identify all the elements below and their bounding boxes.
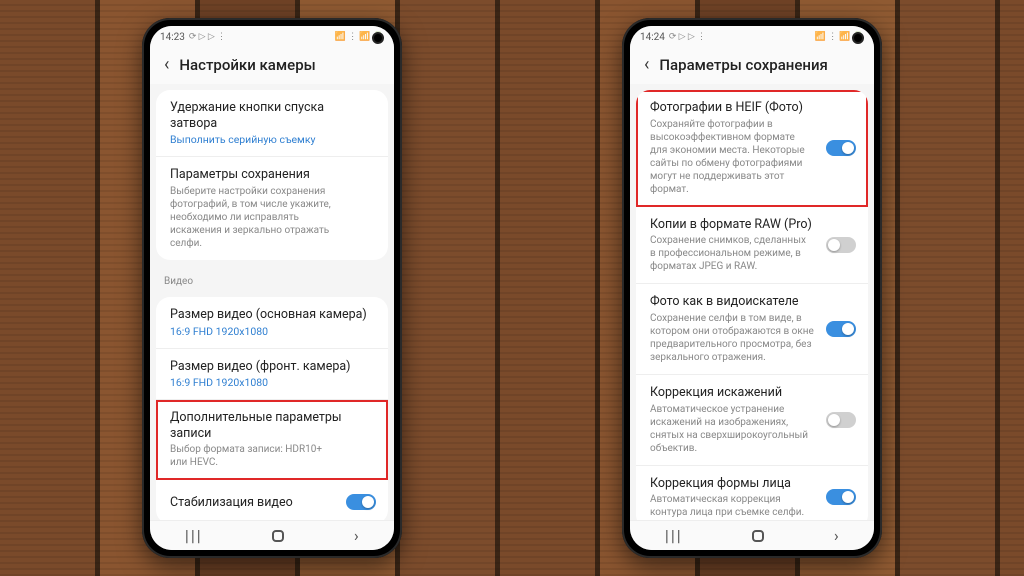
- row-label: Размер видео (фронт. камера): [170, 359, 374, 375]
- toggle-distortion[interactable]: [826, 412, 856, 428]
- row-label: Параметры сохранения: [170, 167, 374, 183]
- front-camera-hole: [852, 32, 864, 44]
- row-label: Фотографии в HEIF (Фото): [650, 100, 854, 116]
- row-as-previewed[interactable]: Фото как в видоискателе Сохранение селфи…: [636, 284, 868, 375]
- nav-back-icon[interactable]: ‹: [354, 526, 359, 545]
- nav-recent-icon[interactable]: |||: [665, 526, 683, 545]
- row-label: Стабилизация видео: [170, 495, 374, 511]
- toggle-face-shape[interactable]: [826, 489, 856, 505]
- phone-right: 14:24 ⟳ ▷ ▷ ⋮ 📶 ⋮ 📶 🔋 ‹ Параметры сохран…: [622, 18, 882, 558]
- row-stabilization[interactable]: Стабилизация видео: [156, 480, 388, 520]
- row-sub: Сохранение снимков, сделанных в професси…: [650, 234, 854, 273]
- settings-scroll[interactable]: Удержание кнопки спуска затвора Выполнит…: [150, 84, 394, 520]
- toggle-raw[interactable]: [826, 237, 856, 253]
- status-left-icons: ⟳ ▷ ▷ ⋮: [189, 32, 226, 42]
- nav-home-icon[interactable]: [752, 530, 764, 542]
- status-time: 14:23: [160, 32, 185, 43]
- phone-left: 14:23 ⟳ ▷ ▷ ⋮ 📶 ⋮ 📶 🔋 ‹ Настройки камеры…: [142, 18, 402, 558]
- row-label: Дополнительные параметры записи: [170, 410, 374, 441]
- row-sub: Сохраняйте фотографии в высокоэффективно…: [650, 118, 854, 196]
- row-sub: Выбор формата записи: HDR10+ или HEVC.: [170, 443, 374, 469]
- page-title: Параметры сохранения: [659, 56, 827, 74]
- nav-back-icon[interactable]: ‹: [834, 526, 839, 545]
- nav-home-icon[interactable]: [272, 530, 284, 542]
- status-bar: 14:24 ⟳ ▷ ▷ ⋮ 📶 ⋮ 📶 🔋: [630, 26, 874, 48]
- row-sub: Выберите настройки сохранения фотографий…: [170, 185, 374, 250]
- card-basic: Удержание кнопки спуска затвора Выполнит…: [156, 90, 388, 260]
- row-label: Удержание кнопки спуска затвора: [170, 100, 374, 131]
- nav-recent-icon[interactable]: |||: [185, 526, 203, 545]
- nav-bar: ||| ‹: [630, 520, 874, 550]
- section-header-video: Видео: [150, 266, 394, 291]
- status-left-icons: ⟳ ▷ ▷ ⋮: [669, 32, 706, 42]
- row-label: Размер видео (основная камера): [170, 307, 374, 323]
- status-time: 14:24: [640, 32, 665, 43]
- row-sub: Автоматическая коррекция контура лица пр…: [650, 493, 854, 519]
- row-sub: Автоматическое устранение искажений на и…: [650, 403, 854, 455]
- row-face-shape-correction[interactable]: Коррекция формы лица Автоматическая корр…: [636, 466, 868, 521]
- screen-left: 14:23 ⟳ ▷ ▷ ⋮ 📶 ⋮ 📶 🔋 ‹ Настройки камеры…: [150, 26, 394, 550]
- front-camera-hole: [372, 32, 384, 44]
- toggle-stabilization[interactable]: [346, 494, 376, 510]
- row-label: Фото как в видоискателе: [650, 294, 854, 310]
- row-value: 16:9 FHD 1920x1080: [170, 376, 374, 389]
- card-video: Размер видео (основная камера) 16:9 FHD …: [156, 297, 388, 520]
- row-save-options[interactable]: Параметры сохранения Выберите настройки …: [156, 157, 388, 260]
- title-bar: ‹ Настройки камеры: [150, 48, 394, 84]
- toggle-heif[interactable]: [826, 140, 856, 156]
- row-value: Выполнить серийную съемку: [170, 133, 374, 146]
- row-label: Копии в формате RAW (Pro): [650, 217, 854, 233]
- row-heif[interactable]: Фотографии в HEIF (Фото) Сохраняйте фото…: [636, 90, 868, 207]
- back-icon[interactable]: ‹: [644, 56, 649, 74]
- screen-right: 14:24 ⟳ ▷ ▷ ⋮ 📶 ⋮ 📶 🔋 ‹ Параметры сохран…: [630, 26, 874, 550]
- row-advanced-recording[interactable]: Дополнительные параметры записи Выбор фо…: [156, 400, 388, 480]
- page-title: Настройки камеры: [179, 56, 315, 74]
- nav-bar: ||| ‹: [150, 520, 394, 550]
- status-bar: 14:23 ⟳ ▷ ▷ ⋮ 📶 ⋮ 📶 🔋: [150, 26, 394, 48]
- row-shutter-hold[interactable]: Удержание кнопки спуска затвора Выполнит…: [156, 90, 388, 157]
- settings-scroll[interactable]: Фотографии в HEIF (Фото) Сохраняйте фото…: [630, 84, 874, 520]
- row-video-size-main[interactable]: Размер видео (основная камера) 16:9 FHD …: [156, 297, 388, 349]
- row-video-size-front[interactable]: Размер видео (фронт. камера) 16:9 FHD 19…: [156, 349, 388, 401]
- row-raw[interactable]: Копии в формате RAW (Pro) Сохранение сни…: [636, 207, 868, 285]
- row-value: 16:9 FHD 1920x1080: [170, 325, 374, 338]
- row-distortion-correction[interactable]: Коррекция искажений Автоматическое устра…: [636, 375, 868, 466]
- row-label: Коррекция формы лица: [650, 476, 854, 492]
- toggle-as-previewed[interactable]: [826, 321, 856, 337]
- title-bar: ‹ Параметры сохранения: [630, 48, 874, 84]
- row-sub: Сохранение селфи в том виде, в котором о…: [650, 312, 854, 364]
- row-label: Коррекция искажений: [650, 385, 854, 401]
- back-icon[interactable]: ‹: [164, 56, 169, 74]
- card-save-options: Фотографии в HEIF (Фото) Сохраняйте фото…: [636, 90, 868, 520]
